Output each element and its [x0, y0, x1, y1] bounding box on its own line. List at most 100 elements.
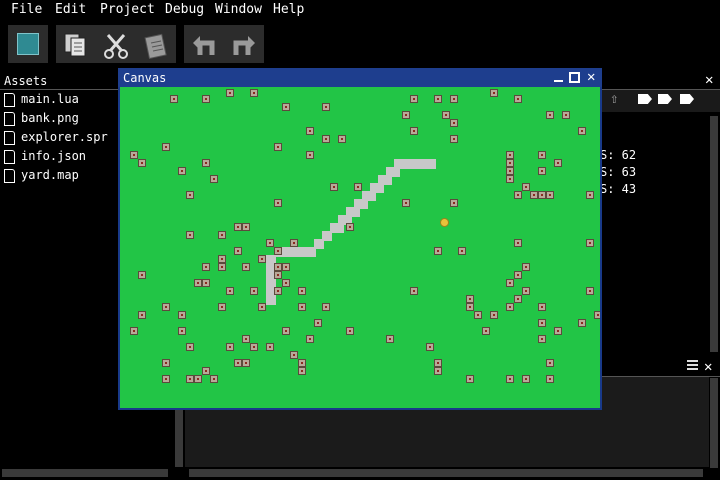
menu-file[interactable]: File — [11, 2, 42, 17]
console-vertical-scrollbar[interactable] — [710, 378, 718, 468]
crate-tile — [514, 95, 522, 103]
stat-line: S: 63 — [600, 165, 637, 179]
inspector-scrollbar[interactable] — [710, 116, 718, 352]
cut-icon[interactable] — [102, 32, 130, 60]
crate-tile — [514, 295, 522, 303]
crate-tile — [282, 279, 290, 287]
crate-tile — [434, 247, 442, 255]
crate-tile — [354, 183, 362, 191]
assets-horizontal-scrollbar[interactable] — [2, 469, 168, 477]
crate-tile — [434, 359, 442, 367]
redo-icon[interactable] — [230, 33, 256, 57]
menu-edit[interactable]: Edit — [55, 2, 86, 17]
crate-tile — [322, 135, 330, 143]
crate-tile — [202, 159, 210, 167]
crate-tile — [490, 89, 498, 97]
crate-tile — [314, 319, 322, 327]
crate-tile — [290, 351, 298, 359]
crate-tile — [546, 359, 554, 367]
crate-tile — [226, 287, 234, 295]
crate-tile — [522, 375, 530, 383]
stat-line: S: 62 — [600, 148, 637, 162]
crate-tile — [162, 143, 170, 151]
crate-tile — [514, 239, 522, 247]
crate-tile — [322, 103, 330, 111]
minimize-icon[interactable] — [554, 80, 563, 82]
crate-tile — [458, 247, 466, 255]
crate-tile — [554, 159, 562, 167]
crate-tile — [274, 263, 282, 271]
crate-tile — [442, 111, 450, 119]
crate-tile — [450, 95, 458, 103]
menu-help[interactable]: Help — [273, 2, 304, 17]
crate-tile — [586, 287, 594, 295]
crate-tile — [226, 343, 234, 351]
undo-icon[interactable] — [192, 33, 218, 57]
crate-tile — [386, 335, 394, 343]
crate-tile — [306, 335, 314, 343]
crate-tile — [218, 231, 226, 239]
inspector-close-icon[interactable]: ✕ — [705, 72, 713, 88]
crate-tile — [274, 247, 282, 255]
crate-tile — [346, 223, 354, 231]
canvas-area[interactable] — [120, 87, 600, 408]
crate-tile — [538, 335, 546, 343]
crate-tile — [506, 279, 514, 287]
crate-tile — [130, 151, 138, 159]
crate-tile — [162, 359, 170, 367]
crate-tile — [250, 343, 258, 351]
crate-tile — [546, 375, 554, 383]
crate-tile — [202, 263, 210, 271]
crate-tile — [506, 303, 514, 311]
crate-tile — [298, 303, 306, 311]
crate-tile — [506, 375, 514, 383]
maximize-icon[interactable] — [569, 72, 580, 83]
arrow-up-icon[interactable]: ⇧ — [610, 91, 618, 107]
crate-tile — [450, 199, 458, 207]
crate-tile — [538, 167, 546, 175]
close-icon[interactable]: ✕ — [587, 69, 595, 85]
menu-window[interactable]: Window — [215, 2, 262, 17]
crate-tile — [586, 191, 594, 199]
crate-tile — [242, 263, 250, 271]
crate-tile — [186, 375, 194, 383]
crate-tile — [210, 375, 218, 383]
crate-tile — [250, 89, 258, 97]
crate-tile — [218, 255, 226, 263]
crate-tile — [306, 127, 314, 135]
crate-tile — [178, 311, 186, 319]
console-horizontal-scrollbar[interactable] — [189, 469, 703, 477]
asset-label: yard.map — [21, 168, 79, 182]
console-menu-icon[interactable] — [687, 360, 698, 371]
crate-tile — [546, 191, 554, 199]
crate-tile — [298, 367, 306, 375]
file-icon — [4, 150, 15, 164]
crate-tile — [522, 263, 530, 271]
crate-tile — [186, 231, 194, 239]
crate-tile — [530, 191, 538, 199]
copy-icon[interactable] — [62, 32, 90, 58]
menu-project[interactable]: Project — [100, 2, 155, 17]
file-icon — [4, 131, 15, 145]
file-icon — [4, 112, 15, 126]
crate-tile — [322, 303, 330, 311]
crate-tile — [562, 111, 570, 119]
menu-debug[interactable]: Debug — [165, 2, 204, 17]
paste-icon[interactable] — [142, 32, 170, 60]
canvas-title-bar[interactable]: Canvas ✕ — [118, 68, 602, 87]
crate-tile — [466, 295, 474, 303]
stop-button[interactable] — [8, 25, 48, 63]
canvas-title: Canvas — [123, 71, 167, 85]
crate-tile — [234, 223, 242, 231]
crate-tile — [162, 375, 170, 383]
crate-tile — [434, 95, 442, 103]
player-sprite[interactable] — [441, 219, 448, 226]
crate-tile — [218, 263, 226, 271]
crate-tile — [274, 271, 282, 279]
crate-tile — [274, 143, 282, 151]
crate-tile — [138, 271, 146, 279]
crate-tile — [466, 375, 474, 383]
crate-tile — [290, 239, 298, 247]
console-close-icon[interactable]: ✕ — [704, 359, 712, 375]
crate-tile — [250, 287, 258, 295]
